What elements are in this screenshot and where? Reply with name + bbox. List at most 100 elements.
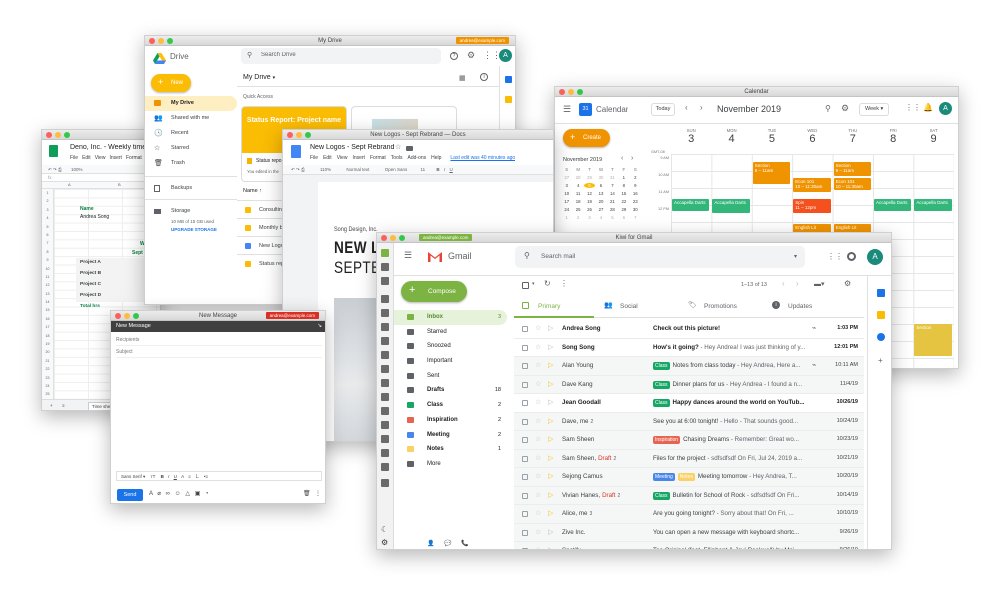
mini-date[interactable]: 1 <box>561 215 572 220</box>
tab-primary[interactable]: Primary <box>514 296 594 318</box>
label-chip[interactable]: Class <box>653 491 670 500</box>
nav-recent[interactable]: 🕓 Recent <box>145 126 237 141</box>
calendar-event[interactable]: Accapella Darts <box>874 199 912 211</box>
dark-mode-icon[interactable]: ☾ <box>381 525 388 534</box>
row-number[interactable]: 4 <box>42 214 53 222</box>
subject-field[interactable]: Subject <box>116 347 322 358</box>
row-number[interactable]: 3 <box>42 206 53 214</box>
star-icon[interactable]: ☆ <box>535 528 541 536</box>
account-avatar[interactable]: A <box>939 102 952 115</box>
refresh-icon[interactable]: ↻ <box>544 279 551 288</box>
mini-date[interactable]: 27 <box>561 175 572 180</box>
docs-tab-icon[interactable] <box>381 309 389 317</box>
label-chip[interactable]: Class <box>653 362 670 370</box>
input-tools-icon[interactable]: ▬▾ <box>814 280 825 288</box>
mail-row[interactable]: ☆ ▷ Sejong Camus Meeting Notes Meeting tomorr… <box>514 468 864 487</box>
sheet-tab-icon[interactable] <box>381 449 389 457</box>
nav-snoozed[interactable]: Snoozed <box>394 339 507 354</box>
star-icon[interactable]: ☆ <box>535 491 541 499</box>
notifications-icon[interactable] <box>847 252 856 261</box>
menu-item[interactable]: View <box>337 155 348 161</box>
mini-date[interactable]: 16 <box>630 191 641 196</box>
notes-tab-icon[interactable] <box>381 463 389 471</box>
text-size-icon[interactable]: ᴛT <box>151 474 156 479</box>
importance-icon[interactable]: ▷ <box>548 417 553 425</box>
add-sheet-icon[interactable]: + <box>50 403 53 408</box>
print-icon[interactable]: ⎙ <box>301 167 305 172</box>
day-header[interactable]: WED 6 <box>792 128 832 145</box>
star-icon[interactable]: ☆ <box>535 324 541 332</box>
mini-date[interactable]: 5 <box>583 183 596 188</box>
row-number[interactable]: 9 <box>42 256 53 264</box>
col-b[interactable]: B <box>118 182 121 187</box>
calendar-logo-icon[interactable]: 31 <box>579 103 592 116</box>
tasks-addon-icon[interactable] <box>877 333 885 341</box>
nav-notes[interactable]: Notes 1 <box>394 442 507 457</box>
nav-starred[interactable]: Starred <box>394 325 507 340</box>
recipients-field[interactable]: Recipients <box>116 335 322 346</box>
mini-date[interactable]: 23 <box>630 199 641 204</box>
zoom-select[interactable]: 100% <box>71 167 83 172</box>
size-select[interactable]: 11 <box>420 167 425 172</box>
account-avatar[interactable]: A <box>867 249 883 265</box>
mail-row[interactable]: ☆ ▷ Alice, me 3 Are you going tonight? - Sor… <box>514 505 864 524</box>
mini-date[interactable]: 1 <box>618 175 629 180</box>
mini-date[interactable]: 3 <box>561 183 572 188</box>
bell-icon[interactable]: 🔔 <box>923 103 933 112</box>
font-select[interactable]: Open Sans <box>385 167 408 172</box>
menu-item[interactable]: Help <box>431 155 441 161</box>
label-chip[interactable]: Class <box>653 380 670 389</box>
select-menu-icon[interactable]: ▾ <box>532 281 535 287</box>
mini-date[interactable]: 31 <box>607 175 618 180</box>
confidential-icon[interactable]: ◔ <box>205 491 209 497</box>
zoom-button[interactable] <box>167 38 173 44</box>
emoji-icon[interactable]: ☺ <box>175 491 181 497</box>
new-button[interactable]: + New <box>151 74 191 92</box>
nav-more[interactable]: More <box>394 457 507 472</box>
menu-item[interactable]: Format <box>126 155 142 161</box>
importance-icon[interactable]: ▷ <box>548 435 553 443</box>
photo-icon[interactable]: ▣ <box>195 491 201 497</box>
search-options-icon[interactable]: ▾ <box>794 253 797 260</box>
settings-icon[interactable]: ⚙ <box>841 103 849 114</box>
nav-meeting[interactable]: Meeting 2 <box>394 428 507 443</box>
hangouts-icon[interactable]: 💬 <box>444 541 451 547</box>
mail-row[interactable]: ☆ ▷ Dave Kang Class Dinner plans for us - He… <box>514 375 864 394</box>
mini-date[interactable]: 30 <box>595 175 606 180</box>
contacts-tab-icon[interactable] <box>381 277 389 285</box>
mini-date[interactable]: 28 <box>607 207 618 212</box>
nav-important[interactable]: Important <box>394 354 507 369</box>
expand-icon[interactable]: ↘ <box>317 321 322 332</box>
link-icon[interactable]: ∞ <box>166 491 170 497</box>
menu-item[interactable]: Tools <box>391 155 403 161</box>
mini-date[interactable]: 6 <box>595 183 606 188</box>
calendar-tab-icon[interactable] <box>381 263 389 271</box>
mini-date[interactable]: 6 <box>618 215 629 220</box>
create-button[interactable]: + Create <box>563 129 610 147</box>
style-select[interactable]: Normal text <box>346 167 369 172</box>
undo-icon[interactable]: ↶ <box>291 167 295 172</box>
nav-class[interactable]: Class 2 <box>394 398 507 413</box>
mini-date[interactable]: 29 <box>584 175 595 180</box>
close-button[interactable] <box>287 132 293 138</box>
close-button[interactable] <box>46 132 52 138</box>
gmail-tab-icon[interactable] <box>381 249 389 257</box>
mini-date[interactable]: 20 <box>595 199 606 204</box>
mail-checkbox[interactable] <box>522 400 528 406</box>
importance-icon[interactable]: ▷ <box>548 380 553 388</box>
kiwi-settings-icon[interactable]: ⚙ <box>381 538 388 547</box>
minimize-button[interactable] <box>124 313 130 319</box>
mini-date[interactable]: 5 <box>607 215 618 220</box>
nav-sent[interactable]: Sent <box>394 369 507 384</box>
mini-date[interactable]: 4 <box>595 215 606 220</box>
main-menu-icon[interactable]: ☰ <box>563 104 571 115</box>
row-number[interactable]: 16 <box>42 315 53 323</box>
close-button[interactable] <box>559 89 565 95</box>
mail-checkbox[interactable] <box>522 548 528 549</box>
bold-icon[interactable]: B <box>436 167 439 172</box>
row-number[interactable]: 12 <box>42 281 53 289</box>
mini-next-icon[interactable]: › <box>631 155 633 162</box>
row-number[interactable]: 2 <box>42 197 53 205</box>
mini-date[interactable]: 13 <box>595 191 606 196</box>
redo-icon[interactable]: ↷ <box>53 167 57 172</box>
